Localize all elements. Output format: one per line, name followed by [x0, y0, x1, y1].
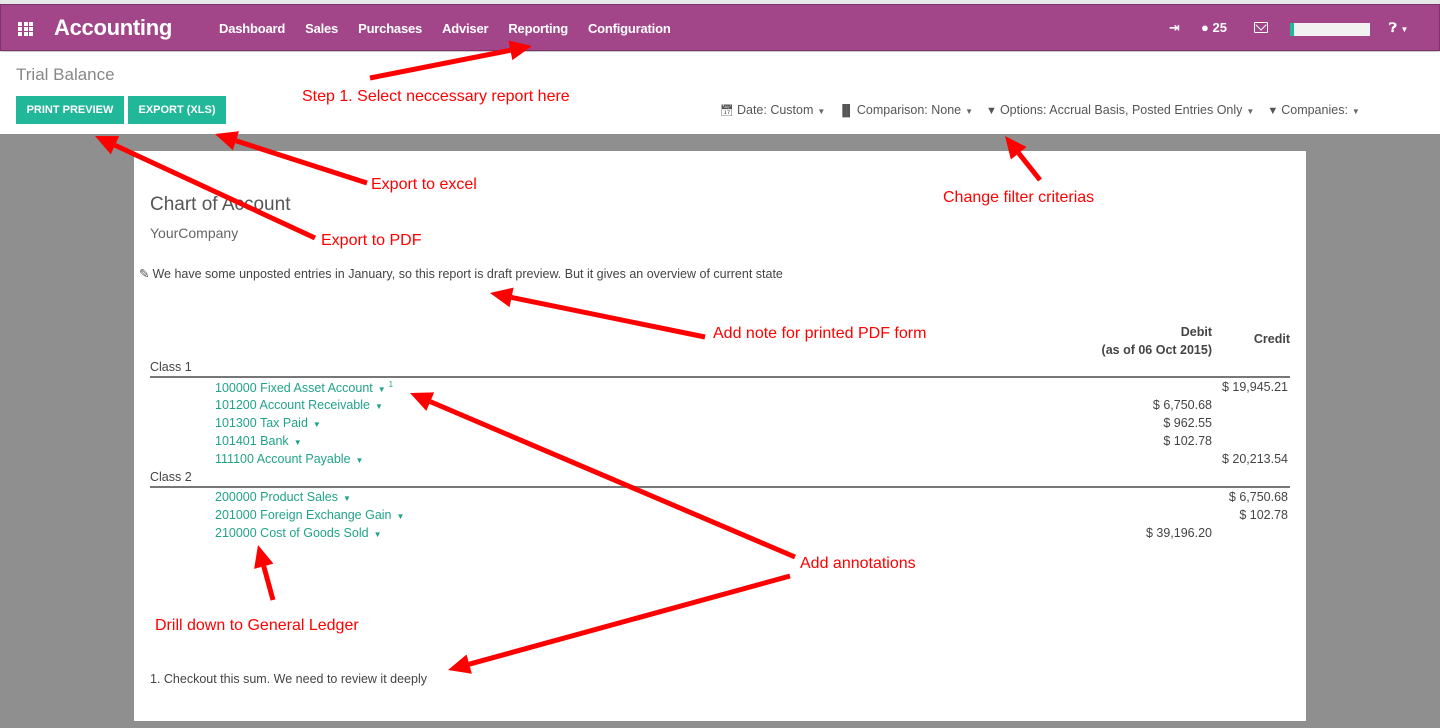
company-name: YourCompany — [150, 225, 239, 241]
app-title: Accounting — [54, 15, 172, 40]
debit-value: $ 6,750.68 — [1152, 398, 1212, 412]
caret-down-icon[interactable]: ▼ — [397, 512, 405, 521]
class-divider — [150, 376, 1290, 378]
filter-companies[interactable]: ▼ Companies: ▼ — [1267, 103, 1360, 117]
control-panel: Trial Balance PRINT PREVIEW EXPORT (XLS)… — [0, 52, 1440, 134]
calendar-icon: 📅︎ — [720, 105, 734, 117]
caret-down-icon[interactable]: ▼ — [313, 420, 321, 429]
annotation-filters: Change filter criterias — [943, 189, 1095, 206]
debit-value: $ 39,196.20 — [1145, 526, 1212, 540]
debit-value: $ 102.78 — [1163, 434, 1212, 448]
caret-down-icon: ▼ — [817, 107, 826, 116]
report-title: Chart of Account — [150, 194, 291, 215]
filter-options-label: Options: Accrual Basis, Posted Entries O… — [999, 103, 1243, 117]
credit-value: $ 102.78 — [1239, 508, 1288, 522]
filter-icon: ▼ — [986, 105, 997, 117]
menu-dashboard[interactable]: Dashboard — [219, 21, 285, 36]
account-name: 101300 Tax Paid — [215, 416, 308, 430]
caret-down-icon[interactable]: ▼ — [375, 402, 383, 411]
filter-companies-label: Companies: — [1281, 103, 1348, 117]
menu-purchases[interactable]: Purchases — [358, 21, 422, 36]
class-divider — [150, 486, 1290, 488]
account-name: 200000 Product Sales — [215, 490, 339, 504]
menu-configuration[interactable]: Configuration — [588, 21, 671, 36]
menu-reporting[interactable]: Reporting — [508, 21, 568, 36]
account-name: 100000 Fixed Asset Account — [215, 381, 373, 396]
filter-date[interactable]: 📅︎ Date: Custom ▼ — [720, 103, 825, 117]
account-name: 201000 Foreign Exchange Gain — [215, 508, 392, 522]
filter-comparison-label: Comparison: None — [856, 103, 962, 117]
annotation-step1: Step 1. Select neccessary report here — [302, 88, 570, 105]
filter-comparison[interactable]: ▐▌ Comparison: None ▼ — [838, 103, 973, 117]
caret-down-icon: ▼ — [1351, 107, 1360, 116]
credit-value: $ 20,213.54 — [1221, 452, 1288, 466]
help-menu[interactable]: ❓︎ ▼ — [1389, 20, 1408, 36]
account-link[interactable]: 210000 Cost of Goods Sold ▼ — [215, 526, 382, 540]
class-label: Class 2 — [150, 470, 192, 484]
top-navbar: Accounting Dashboard Sales Purchases Adv… — [0, 4, 1440, 51]
menu-adviser[interactable]: Adviser — [442, 21, 488, 36]
annotation-export-excel: Export to excel — [371, 176, 477, 193]
report-note-text: We have some unposted entries in January… — [152, 267, 783, 281]
apps-grid-icon[interactable] — [18, 22, 33, 36]
account-link[interactable]: 100000 Fixed Asset Account ▼1 — [215, 380, 393, 395]
caret-down-icon[interactable]: ▼ — [374, 530, 382, 539]
filter-date-label: Date: Custom — [736, 103, 814, 117]
filter-bar: 📅︎ Date: Custom ▼ ▐▌ Comparison: None ▼ ▼ Opt… — [720, 103, 1373, 117]
annotation-add-annotations: Add annotations — [800, 555, 916, 572]
footnote-marker[interactable]: 1 — [389, 380, 393, 389]
sign-in-icon[interactable]: ⇥ — [1169, 20, 1180, 36]
chat-count: 25 — [1212, 20, 1227, 35]
filter-options[interactable]: ▼ Options: Accrual Basis, Posted Entries … — [986, 103, 1254, 117]
print-preview-button[interactable]: PRINT PREVIEW — [16, 96, 124, 124]
chat-button[interactable]: ● 25 — [1201, 20, 1227, 35]
main-menu: Dashboard Sales Purchases Adviser Report… — [219, 21, 691, 36]
account-link[interactable]: 200000 Product Sales ▼ — [215, 490, 351, 504]
debit-header-label: Debit — [1180, 325, 1212, 339]
caret-down-icon: ▼ — [1246, 107, 1255, 116]
annotation-drilldown: Drill down to General Ledger — [155, 617, 359, 634]
account-link[interactable]: 101401 Bank ▼ — [215, 434, 302, 448]
account-link[interactable]: 111100 Account Payable ▼ — [215, 452, 363, 466]
caret-down-icon[interactable]: ▼ — [378, 385, 386, 394]
report-sheet: Chart of Account YourCompany ✎ We have so… — [134, 151, 1306, 721]
debit-column-header: Debit (as of 06 Oct 2015) — [1102, 323, 1212, 359]
annotation-note: Add note for printed PDF form — [713, 325, 927, 342]
annotation-export-pdf: Export to PDF — [321, 232, 422, 249]
caret-down-icon: ▼ — [965, 107, 974, 116]
account-link[interactable]: 101300 Tax Paid ▼ — [215, 416, 321, 430]
user-menu[interactable] — [1290, 23, 1370, 36]
caret-down-icon[interactable]: ▼ — [356, 456, 364, 465]
report-note[interactable]: ✎ We have some unposted entries in Januar… — [139, 266, 783, 281]
account-name: 111100 Account Payable — [215, 452, 351, 466]
account-link[interactable]: 201000 Foreign Exchange Gain ▼ — [215, 508, 404, 522]
debit-header-date: (as of 06 Oct 2015) — [1101, 343, 1212, 357]
footnote[interactable]: 1. Checkout this sum. We need to review … — [150, 672, 427, 686]
menu-sales[interactable]: Sales — [305, 21, 338, 36]
credit-column-header: Credit — [1253, 332, 1290, 346]
account-name: 101200 Account Receivable — [215, 398, 370, 412]
class-label: Class 1 — [150, 360, 192, 374]
credit-value: $ 19,945.21 — [1221, 380, 1288, 394]
caret-down-icon[interactable]: ▼ — [343, 494, 351, 503]
account-name: 101401 Bank — [215, 434, 289, 448]
export-xls-button[interactable]: EXPORT (XLS) — [128, 96, 226, 124]
page-title: Trial Balance — [16, 65, 115, 84]
question-circle-icon: ❓︎ — [1389, 20, 1397, 35]
pencil-icon[interactable]: ✎ — [139, 267, 149, 281]
account-link[interactable]: 101200 Account Receivable ▼ — [215, 398, 383, 412]
caret-down-icon[interactable]: ▼ — [294, 438, 302, 447]
credit-value: $ 6,750.68 — [1228, 490, 1288, 504]
bar-chart-icon: ▐▌ — [838, 105, 854, 117]
mail-icon[interactable] — [1254, 22, 1268, 33]
filter-icon: ▼ — [1267, 105, 1279, 117]
account-name: 210000 Cost of Goods Sold — [215, 526, 369, 540]
chevron-down-icon: ▼ — [1400, 25, 1409, 34]
chat-bubble-icon: ● — [1201, 20, 1209, 35]
debit-value: $ 962.55 — [1163, 416, 1212, 430]
